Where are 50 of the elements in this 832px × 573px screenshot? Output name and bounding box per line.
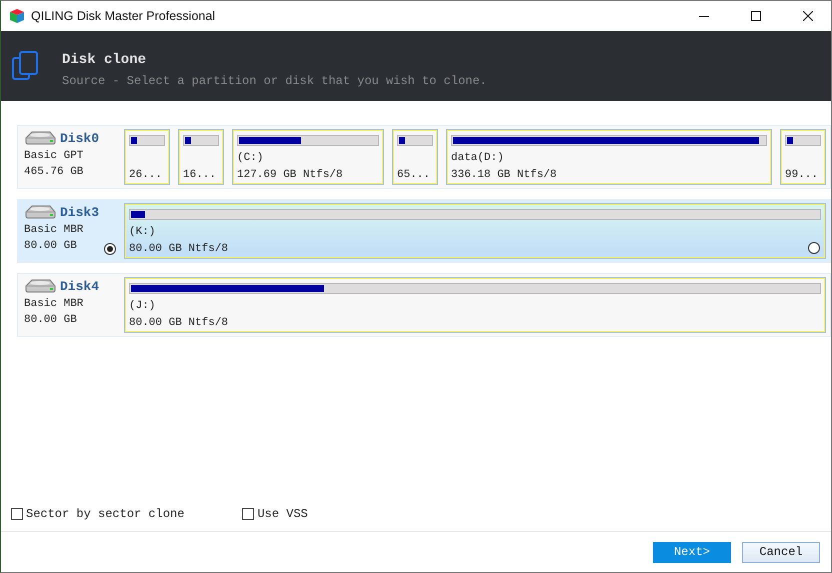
option-label: Use VSS — [257, 507, 308, 521]
copy-icon — [12, 51, 40, 81]
disk-size: 80.00 GB — [24, 240, 77, 252]
partition-info: 26... — [129, 169, 162, 181]
disk-size: 80.00 GB — [24, 314, 77, 326]
partition-box[interactable]: (J:) 80.00 GB Ntfs/8 — [124, 277, 826, 333]
disk-row[interactable]: Disk0 Basic GPT 465.76 GB 26... 16... (C:) 127.69 GB Ntfs/8 65... data(D:) 336.18 GB Ntfs/8 99... — [17, 125, 831, 189]
page-title: Disk clone — [62, 52, 148, 68]
partition-info: 16... — [183, 169, 216, 181]
partition-info: 80.00 GB Ntfs/8 — [129, 243, 228, 255]
disk-row[interactable]: Disk4 Basic MBR 80.00 GB (J:) 80.00 GB Ntfs/8 — [17, 273, 831, 337]
partition-info: 80.00 GB Ntfs/8 — [129, 317, 228, 329]
partition-box[interactable]: 26... — [124, 129, 170, 185]
partition-box[interactable]: 16... — [178, 129, 224, 185]
disk-row[interactable]: Disk3 Basic MBR 80.00 GB (K:) 80.00 GB Ntfs/8 — [17, 199, 831, 263]
page-subtitle: Source - Select a partition or disk that you wish to clone. — [62, 74, 487, 88]
maximize-icon[interactable] — [751, 11, 761, 21]
partition-box[interactable]: data(D:) 336.18 GB Ntfs/8 — [446, 129, 772, 185]
disk-type: Basic MBR — [24, 224, 84, 236]
close-icon[interactable] — [803, 11, 813, 21]
partition-name: (C:) — [237, 152, 264, 164]
checkbox[interactable] — [11, 508, 23, 520]
partition-name: data(D:) — [451, 152, 504, 164]
hard-drive-icon — [24, 278, 56, 294]
cube-icon — [9, 8, 25, 24]
disk-name: Disk3 — [60, 204, 100, 220]
partition-info: 336.18 GB Ntfs/8 — [451, 169, 557, 181]
partition-box[interactable]: 65... — [392, 129, 438, 185]
partition-info: 99... — [785, 169, 818, 181]
partition-box[interactable]: (K:) 80.00 GB Ntfs/8 — [124, 203, 826, 259]
cancel-button[interactable]: Cancel — [742, 542, 820, 562]
disk-type: Basic GPT — [24, 150, 84, 162]
partition-name: (K:) — [129, 226, 156, 238]
hard-drive-icon — [24, 204, 56, 220]
disk-radio[interactable] — [104, 243, 116, 255]
partition-info: 127.69 GB Ntfs/8 — [237, 169, 343, 181]
window-title: QILING Disk Master Professional — [31, 9, 216, 23]
partition-info: 65... — [397, 169, 430, 181]
next-button[interactable]: Next> — [653, 542, 731, 562]
disk-name: Disk4 — [60, 278, 100, 294]
partition-box[interactable]: 99... — [780, 129, 826, 185]
partition-name: (J:) — [129, 300, 156, 312]
partition-radio[interactable] — [808, 242, 820, 254]
hard-drive-icon — [24, 130, 56, 146]
partition-box[interactable]: (C:) 127.69 GB Ntfs/8 — [232, 129, 384, 185]
disk-size: 465.76 GB — [24, 166, 84, 178]
disk-name: Disk0 — [60, 130, 100, 146]
checkbox[interactable] — [242, 508, 254, 520]
option-label: Sector by sector clone — [26, 507, 184, 521]
disk-type: Basic MBR — [24, 298, 84, 310]
